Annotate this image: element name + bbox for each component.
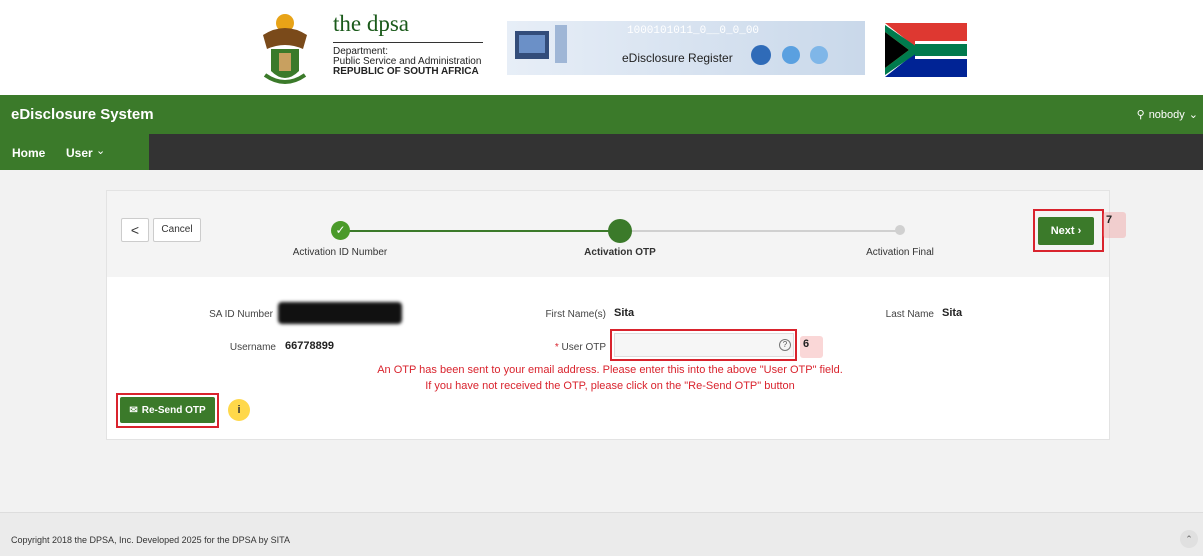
- annotation-box-next: [1033, 209, 1104, 252]
- app-title[interactable]: eDisclosure System: [11, 106, 154, 123]
- user-menu[interactable]: ⚲ nobody ⌄: [1136, 108, 1198, 122]
- step-label-id-number: Activation ID Number: [292, 247, 388, 258]
- south-africa-flag: [885, 23, 967, 77]
- register-title: eDisclosure Register: [622, 51, 733, 65]
- step-complete-check-icon: ✓: [331, 221, 350, 240]
- annotation-label-otp: 6: [800, 336, 824, 358]
- nav-item-user[interactable]: User: [66, 146, 93, 160]
- register-banner-image: 1000101011_0__0_0_00: [507, 21, 865, 75]
- username-label: Username: [229, 342, 276, 353]
- dpsa-title: the dpsa: [333, 11, 410, 36]
- first-name-value: Sita: [614, 307, 635, 319]
- chevron-down-icon: ⌄: [1188, 109, 1198, 121]
- username-value: 66778899: [285, 340, 334, 352]
- sa-id-redacted-value: [278, 302, 402, 324]
- sa-id-label: SA ID Number: [209, 309, 273, 320]
- dpsa-subtitle: Department: Public Service and Administr…: [333, 46, 482, 77]
- chevron-down-icon[interactable]: ⌄: [96, 144, 105, 157]
- user-otp-label: * User OTP: [554, 342, 606, 353]
- coat-of-arms-logo: [263, 14, 307, 84]
- step-current-dot: [608, 219, 632, 243]
- footer: [0, 512, 1203, 556]
- first-name-label: First Name(s): [545, 309, 606, 320]
- scroll-top-button[interactable]: ⌃: [1180, 530, 1198, 548]
- user-icon: ⚲: [1136, 109, 1145, 121]
- last-name-value: Sita: [942, 307, 963, 319]
- wizard-track-progress: [340, 230, 620, 232]
- info-badge: i: [228, 399, 250, 421]
- cancel-button[interactable]: Cancel: [153, 218, 201, 242]
- nav-bar: [0, 134, 1203, 170]
- step-label-otp: Activation OTP: [584, 247, 656, 258]
- copyright-text: Copyright 2018 the DPSA, Inc. Developed …: [11, 535, 290, 545]
- nav-item-home[interactable]: Home: [12, 146, 45, 160]
- annotation-label-next: 7: [1103, 212, 1127, 238]
- annotation-box-resend: [116, 393, 219, 428]
- app-header-bar: [0, 95, 1203, 134]
- otp-message-line2: If you have not received the OTP, please…: [425, 380, 795, 392]
- last-name-label: Last Name: [885, 309, 934, 320]
- svg-text:1000101011_0__0_0_00: 1000101011_0__0_0_00: [627, 25, 759, 37]
- otp-message-line1: An OTP has been sent to your email addre…: [377, 364, 843, 376]
- dpsa-divider: [333, 42, 483, 43]
- step-label-final: Activation Final: [866, 247, 934, 258]
- user-name: nobody: [1148, 108, 1185, 121]
- step-pending-dot: [895, 225, 905, 235]
- back-button[interactable]: <: [121, 218, 149, 242]
- annotation-box-otp: [610, 329, 797, 361]
